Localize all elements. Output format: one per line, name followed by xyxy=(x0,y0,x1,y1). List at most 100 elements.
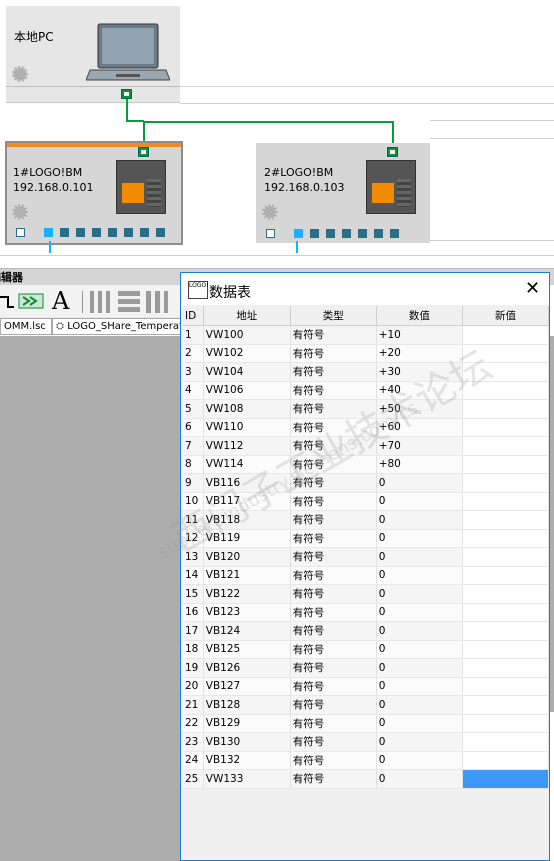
cell-new-value[interactable] xyxy=(462,751,549,770)
table-row[interactable]: 8 VW114 有符号 +80 xyxy=(183,455,549,474)
cell-type: 有符号 xyxy=(290,566,377,585)
table-row[interactable]: 3 VW104 有符号 +30 xyxy=(183,362,549,382)
network-wire xyxy=(126,99,128,121)
cell-new-value[interactable] xyxy=(462,769,549,789)
column-header-id[interactable]: ID xyxy=(183,306,204,326)
network-gridline xyxy=(180,103,554,104)
cell-new-value[interactable] xyxy=(462,695,549,715)
cell-address: VB117 xyxy=(203,492,291,511)
column-header-value[interactable]: 数值 xyxy=(376,306,464,326)
table-row[interactable]: 1 VW100 有符号 +10 xyxy=(183,325,549,345)
column-header-new-value[interactable]: 新值 xyxy=(462,306,549,326)
cell-new-value[interactable] xyxy=(462,436,549,456)
table-row[interactable]: 18 VB125 有符号 0 xyxy=(183,640,549,659)
cell-type: 有符号 xyxy=(290,603,377,622)
table-row[interactable]: 16 VB123 有符号 0 xyxy=(183,603,549,622)
table-row[interactable]: 14 VB121 有符号 0 xyxy=(183,566,549,585)
table-row[interactable]: 10 VB117 有符号 0 xyxy=(183,492,549,511)
cell-new-value[interactable] xyxy=(462,510,549,530)
table-row[interactable]: 22 VB129 有符号 0 xyxy=(183,714,549,733)
table-row[interactable]: 9 VB116 有符号 0 xyxy=(183,473,549,493)
cell-type: 有符号 xyxy=(290,325,377,345)
table-row[interactable]: 24 VB132 有符号 0 xyxy=(183,751,549,770)
cell-new-value[interactable] xyxy=(462,362,549,382)
tab-omm-lsc[interactable]: OMM.lsc xyxy=(0,318,52,335)
cell-new-value[interactable] xyxy=(462,658,549,678)
device-1-ethernet-port[interactable] xyxy=(138,147,149,157)
cell-value: 0 xyxy=(376,695,464,715)
table-row[interactable]: 6 VW110 有符号 +60 xyxy=(183,418,549,437)
gear-icon xyxy=(12,204,28,220)
distribute-tool-icon[interactable] xyxy=(118,291,140,313)
cell-id: 17 xyxy=(183,621,204,641)
cell-type: 有符号 xyxy=(290,399,377,419)
cell-new-value[interactable] xyxy=(462,714,549,733)
cell-type: 有符号 xyxy=(290,473,377,493)
cell-new-value[interactable] xyxy=(462,547,549,567)
cell-new-value[interactable] xyxy=(462,677,549,696)
cell-new-value[interactable] xyxy=(462,455,549,474)
dialog-titlebar[interactable]: LOGO! 数据表 ✕ xyxy=(181,273,549,305)
network-gridline xyxy=(430,240,554,241)
cell-address: VB116 xyxy=(203,473,291,493)
cell-id: 8 xyxy=(183,455,204,474)
pc-ethernet-port[interactable] xyxy=(121,89,132,99)
text-tool-button[interactable]: A xyxy=(52,287,69,315)
cell-new-value[interactable] xyxy=(462,492,549,511)
table-row[interactable]: 21 VB128 有符号 0 xyxy=(183,695,549,715)
tab-logo-share-temperature[interactable]: ⛭ LOGO_SHare_Temperature xyxy=(52,318,186,335)
table-row[interactable]: 19 VB126 有符号 0 xyxy=(183,658,549,678)
cell-id: 22 xyxy=(183,714,204,733)
cell-new-value[interactable] xyxy=(462,344,549,363)
cell-value: +10 xyxy=(376,325,464,345)
align-tool-icon[interactable] xyxy=(90,291,112,313)
program-icon: ⛭ xyxy=(56,321,68,332)
cell-id: 10 xyxy=(183,492,204,511)
cell-new-value[interactable] xyxy=(462,732,549,752)
cell-new-value[interactable] xyxy=(462,621,549,641)
table-row[interactable]: 12 VB119 有符号 0 xyxy=(183,529,549,548)
cell-id: 5 xyxy=(183,399,204,419)
cell-new-value[interactable] xyxy=(462,566,549,585)
cell-new-value[interactable] xyxy=(462,584,549,604)
connector-tool-icon[interactable] xyxy=(0,291,18,311)
column-header-type[interactable]: 类型 xyxy=(290,306,377,326)
cell-new-value[interactable] xyxy=(462,381,549,400)
editor-toolbar: A xyxy=(0,285,190,317)
cell-address: VB125 xyxy=(203,640,291,659)
table-row[interactable]: 20 VB127 有符号 0 xyxy=(183,677,549,696)
table-row[interactable]: 15 VB122 有符号 0 xyxy=(183,584,549,604)
cell-type: 有符号 xyxy=(290,677,377,696)
table-row[interactable]: 5 VW108 有符号 +50 xyxy=(183,399,549,419)
block-tool-icon[interactable] xyxy=(18,292,46,310)
cell-new-value[interactable] xyxy=(462,325,549,345)
cell-address: VW106 xyxy=(203,381,291,400)
cell-type: 有符号 xyxy=(290,381,377,400)
table-row[interactable]: 23 VB130 有符号 0 xyxy=(183,732,549,752)
cell-value: +20 xyxy=(376,344,464,363)
table-row[interactable]: 11 VB118 有符号 0 xyxy=(183,510,549,530)
table-row[interactable]: 13 VB120 有符号 0 xyxy=(183,547,549,567)
cell-new-value[interactable] xyxy=(462,473,549,493)
arrange-tool-icon[interactable] xyxy=(146,291,168,313)
table-row[interactable]: 7 VW112 有符号 +70 xyxy=(183,436,549,456)
cell-new-value[interactable] xyxy=(462,603,549,622)
table-row[interactable]: 25 VW133 有符号 0 xyxy=(183,769,549,789)
close-icon[interactable]: ✕ xyxy=(525,278,540,299)
cell-id: 23 xyxy=(183,732,204,752)
cell-new-value[interactable] xyxy=(462,418,549,437)
table-row[interactable]: 2 VW102 有符号 +20 xyxy=(183,344,549,363)
cell-address: VB127 xyxy=(203,677,291,696)
cell-type: 有符号 xyxy=(290,695,377,715)
cell-value: 0 xyxy=(376,510,464,530)
table-row[interactable]: 4 VW106 有符号 +40 xyxy=(183,381,549,400)
column-header-address[interactable]: 地址 xyxy=(203,306,291,326)
cell-new-value[interactable] xyxy=(462,640,549,659)
device-2-ethernet-port[interactable] xyxy=(387,147,398,157)
cell-new-value[interactable] xyxy=(462,529,549,548)
cell-type: 有符号 xyxy=(290,510,377,530)
cell-type: 有符号 xyxy=(290,732,377,752)
table-row[interactable]: 17 VB124 有符号 0 xyxy=(183,621,549,641)
cell-new-value[interactable] xyxy=(462,399,549,419)
data-table-dialog[interactable]: LOGO! 数据表 ✕ ID 地址 类型 数值 新值 1 VW100 有符号 +10 2… xyxy=(180,272,550,861)
